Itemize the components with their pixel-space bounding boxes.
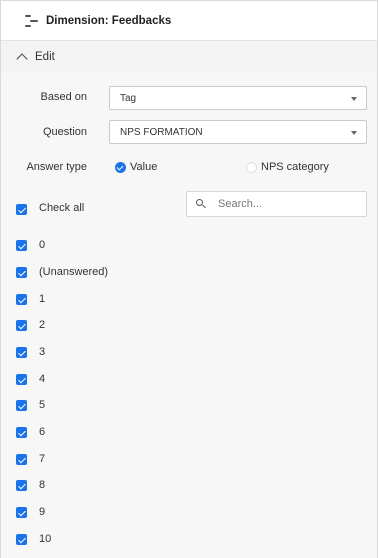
value-label-2[interactable]: 2 — [39, 319, 45, 331]
value-label-8[interactable]: 8 — [39, 479, 45, 491]
answer-type-value-radio[interactable] — [115, 162, 126, 173]
value-label-6[interactable]: 6 — [39, 426, 45, 438]
question-label: Question — [42, 126, 87, 138]
answer-type-label: Answer type — [26, 161, 87, 173]
edit-label: Edit — [35, 51, 55, 63]
chevron-up-icon — [16, 53, 28, 65]
answer-type-value-label[interactable]: Value — [130, 161, 157, 173]
based-on-value: Tag — [120, 92, 137, 104]
value-checkbox-2[interactable] — [16, 320, 27, 331]
dimension-panel: Dimension: Feedbacks Edit Based on Tag Q… — [0, 0, 378, 558]
panel-header: Dimension: Feedbacks — [1, 1, 377, 41]
value-checkbox-6[interactable] — [16, 427, 27, 438]
value-checkbox-7[interactable] — [16, 454, 27, 465]
value-checkbox-5[interactable] — [16, 400, 27, 411]
value-label-1[interactable]: 1 — [39, 293, 45, 305]
value-checkbox-unanswered[interactable] — [16, 267, 27, 278]
check-all-checkbox[interactable] — [16, 204, 27, 215]
answer-type-nps-category-radio[interactable] — [246, 162, 257, 173]
value-label-0[interactable]: 0 — [39, 239, 45, 251]
chevron-down-icon — [351, 97, 357, 101]
search-icon — [196, 199, 206, 209]
value-label-5[interactable]: 5 — [39, 399, 45, 411]
value-label-10[interactable]: 10 — [39, 533, 51, 545]
value-label-4[interactable]: 4 — [39, 373, 45, 385]
value-checkbox-10[interactable] — [16, 534, 27, 545]
chevron-down-icon — [351, 131, 357, 135]
value-checkbox-9[interactable] — [16, 507, 27, 518]
based-on-select[interactable]: Tag — [109, 86, 367, 110]
value-checkbox-8[interactable] — [16, 480, 27, 491]
value-checkbox-4[interactable] — [16, 374, 27, 385]
value-checkbox-0[interactable] — [16, 240, 27, 251]
question-select[interactable]: NPS FORMATION — [109, 120, 367, 144]
value-label-unanswered[interactable]: (Unanswered) — [39, 266, 108, 278]
based-on-label: Based on — [40, 91, 87, 103]
value-label-7[interactable]: 7 — [39, 453, 45, 465]
search-box — [186, 191, 367, 217]
edit-body: Based on Tag Question NPS FORMATION Answ… — [1, 73, 377, 558]
answer-type-nps-category-label[interactable]: NPS category — [261, 161, 329, 173]
question-value: NPS FORMATION — [120, 126, 203, 138]
value-checkbox-1[interactable] — [16, 294, 27, 305]
dimension-icon — [25, 14, 39, 28]
check-all-label[interactable]: Check all — [39, 202, 84, 214]
panel-title: Dimension: Feedbacks — [46, 14, 172, 27]
value-label-9[interactable]: 9 — [39, 506, 45, 518]
value-checkbox-3[interactable] — [16, 347, 27, 358]
search-input[interactable] — [218, 192, 363, 216]
value-label-3[interactable]: 3 — [39, 346, 45, 358]
edit-section-toggle[interactable]: Edit — [1, 41, 377, 73]
